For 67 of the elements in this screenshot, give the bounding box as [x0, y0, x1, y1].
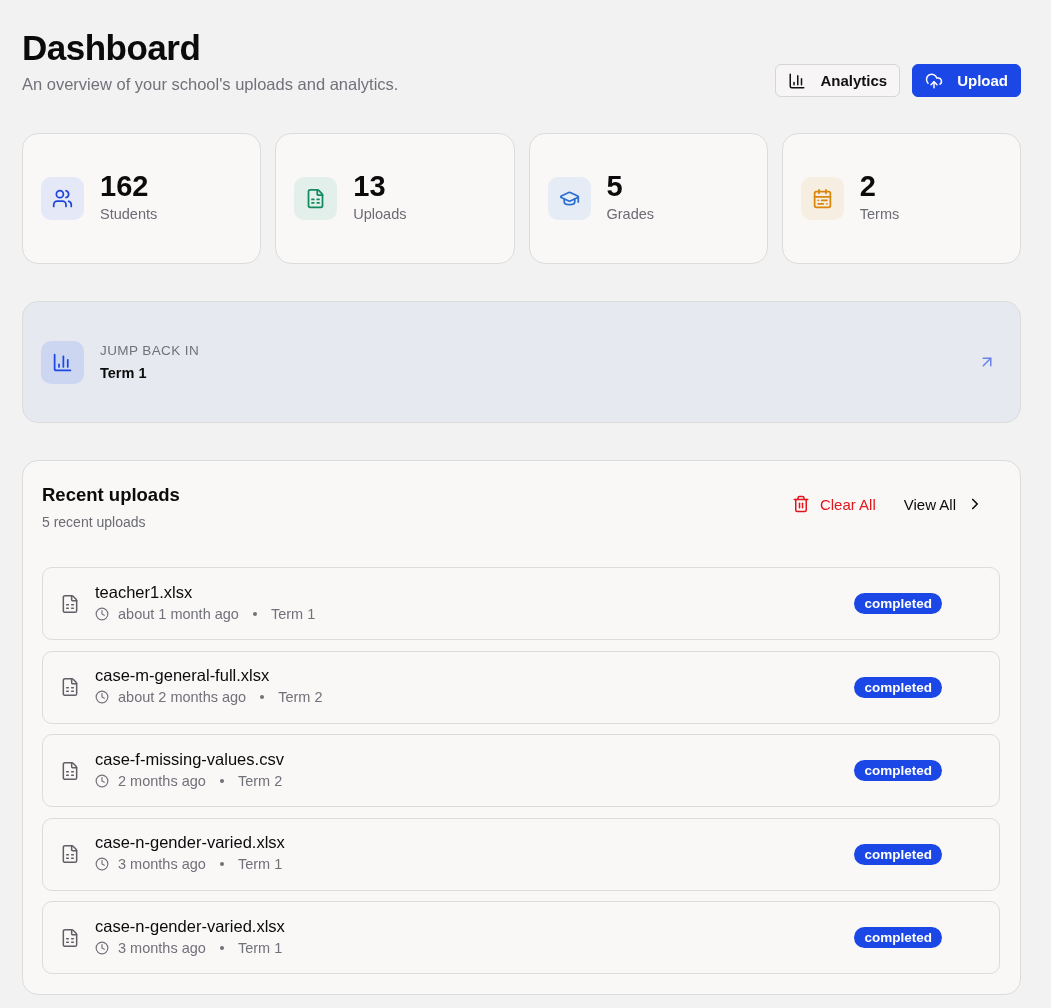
clock-icon: [95, 940, 109, 955]
dot-icon: [219, 862, 224, 866]
page-title: Dashboard: [22, 28, 202, 68]
file-icon: [60, 677, 80, 697]
bar-chart-icon: [41, 340, 84, 384]
file-icon: [60, 593, 80, 614]
stat-value: 2: [859, 168, 877, 203]
jump-back-card[interactable]: JUMP BACK IN Term 1: [22, 301, 1021, 423]
status-badge: completed: [854, 676, 942, 698]
status-badge: completed: [854, 843, 942, 865]
clock-icon: [95, 773, 109, 788]
section-title: Recent uploads: [42, 483, 180, 507]
stat-value: 162: [100, 168, 150, 203]
dot-icon: [260, 695, 265, 699]
term-label: Term 2: [237, 771, 283, 790]
term-label: Term 1: [237, 855, 283, 873]
file-name: case-n-gender-varied.xlsx: [95, 832, 286, 852]
upload-row[interactable]: case-n-gender-varied.xlsx 3 months ago Term 1 completed: [42, 901, 1000, 974]
upload-button[interactable]: Upload: [912, 64, 1021, 97]
section-subtitle: 5 recent uploads: [42, 513, 147, 531]
stat-label: Grades: [606, 204, 655, 223]
file-name: case-m-general-full.xlsx: [95, 665, 271, 685]
term-label: Term 1: [270, 604, 316, 623]
stat-label: Students: [100, 204, 158, 223]
upload-time: 2 months ago: [118, 771, 206, 790]
upload-time: 3 months ago: [118, 855, 206, 873]
status-badge: completed: [854, 927, 942, 948]
dot-icon: [219, 778, 224, 783]
upload-row[interactable]: case-m-general-full.xlsx about 2 months ago Term 2 completed: [42, 650, 1000, 724]
jump-back-label: JUMP BACK IN: [100, 342, 201, 359]
clock-icon: [95, 606, 109, 621]
upload-icon: [925, 71, 944, 90]
stat-label: Terms: [859, 204, 900, 223]
spreadsheet-icon: [294, 177, 338, 220]
calendar-icon: [800, 177, 844, 220]
jump-back-title: Term 1: [100, 363, 148, 382]
file-icon: [60, 927, 80, 948]
file-name: teacher1.xlsx: [95, 581, 194, 602]
clear-all-button[interactable]: Clear All: [777, 487, 890, 521]
upload-row[interactable]: teacher1.xlsx about 1 month ago Term 1 completed: [42, 567, 1000, 640]
file-icon: [60, 844, 80, 864]
term-label: Term 1: [237, 938, 283, 957]
dot-icon: [219, 945, 224, 950]
status-badge: completed: [854, 760, 942, 781]
clock-icon: [95, 690, 109, 704]
upload-time: about 1 month ago: [118, 604, 239, 623]
upload-row[interactable]: case-n-gender-varied.xlsx 3 months ago Term 1 completed: [42, 817, 1000, 891]
clock-icon: [95, 857, 109, 871]
file-icon: [60, 760, 80, 781]
upload-time: about 2 months ago: [118, 688, 247, 706]
file-name: case-f-missing-values.csv: [95, 748, 285, 769]
upload-time: 3 months ago: [118, 938, 206, 957]
graduation-cap-icon: [547, 177, 591, 220]
dot-icon: [252, 611, 257, 616]
page-subtitle: An overview of your school's uploads and analytics.: [22, 74, 399, 95]
term-label: Term 2: [278, 688, 323, 706]
bar-chart-icon: [788, 71, 807, 90]
stat-label: Uploads: [353, 204, 407, 223]
users-icon: [41, 177, 84, 220]
upload-row[interactable]: case-f-missing-values.csv 2 months ago Term 2 completed: [42, 734, 1000, 807]
status-badge: completed: [854, 593, 942, 614]
view-all-button[interactable]: View All: [889, 487, 998, 521]
trash-icon: [791, 495, 810, 513]
stat-value: 5: [606, 168, 624, 203]
analytics-button[interactable]: Analytics: [775, 64, 901, 97]
file-name: case-n-gender-varied.xlsx: [95, 915, 286, 936]
stat-value: 13: [353, 168, 387, 203]
